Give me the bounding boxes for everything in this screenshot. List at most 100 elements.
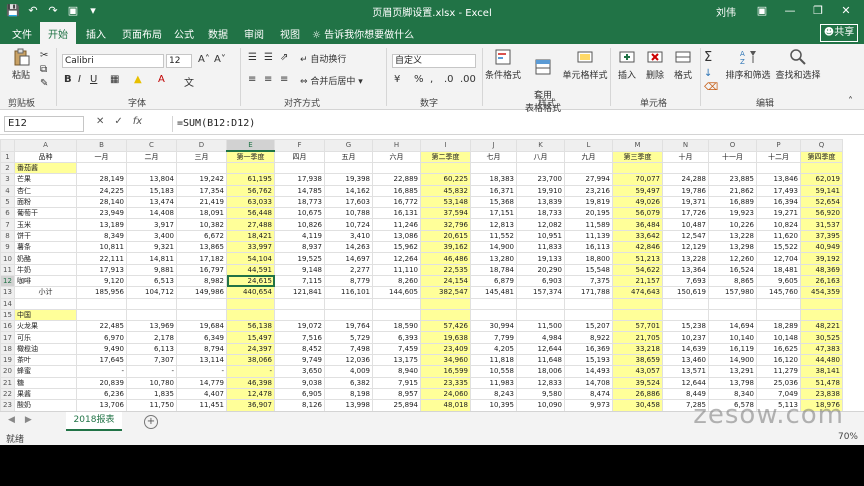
- cell[interactable]: 7,459: [372, 342, 421, 356]
- cell[interactable]: [126, 161, 177, 175]
- wrap-text-button[interactable]: ↵ 自动换行: [300, 52, 346, 65]
- tab-data[interactable]: 数据: [208, 26, 228, 41]
- cell[interactable]: 15,497: [226, 331, 275, 344]
- cell[interactable]: 56,920: [800, 207, 843, 220]
- cell[interactable]: 五月: [324, 150, 373, 163]
- cell[interactable]: 19,242: [176, 173, 227, 186]
- cell[interactable]: 12,644: [662, 376, 709, 389]
- cell[interactable]: 149,986: [176, 286, 227, 299]
- cell[interactable]: 13,280: [470, 252, 517, 265]
- cell[interactable]: 15,183: [126, 184, 177, 197]
- cell[interactable]: 4,119: [274, 229, 325, 243]
- row-header[interactable]: 11: [0, 263, 15, 276]
- row-header[interactable]: 9: [0, 241, 15, 254]
- cell[interactable]: 28,149: [76, 173, 127, 186]
- tab-review[interactable]: 审阅: [244, 26, 264, 41]
- cell[interactable]: 13,291: [708, 365, 757, 378]
- row-header[interactable]: 10: [0, 252, 15, 265]
- cell[interactable]: 7,049: [756, 387, 801, 401]
- cell[interactable]: 43,057: [612, 365, 663, 378]
- cell[interactable]: 8,940: [372, 365, 421, 378]
- underline-icon[interactable]: U: [90, 74, 97, 85]
- cell[interactable]: [564, 308, 613, 322]
- cell[interactable]: 10,487: [662, 218, 709, 231]
- row-header[interactable]: 18: [0, 342, 15, 356]
- cell[interactable]: 9,749: [274, 354, 325, 367]
- cell[interactable]: 10,090: [516, 399, 565, 411]
- cell[interactable]: 22,889: [372, 173, 421, 186]
- cell[interactable]: 8,474: [564, 387, 613, 401]
- cell[interactable]: [756, 297, 801, 310]
- cell[interactable]: 19,072: [274, 320, 325, 333]
- cell[interactable]: 18,006: [516, 365, 565, 378]
- cell[interactable]: 13,474: [126, 195, 177, 209]
- align-left-icon[interactable]: ≡: [248, 74, 256, 85]
- cell[interactable]: 3,650: [274, 365, 325, 378]
- cell[interactable]: 10,826: [274, 218, 325, 231]
- tab-home[interactable]: 开始: [40, 22, 76, 44]
- cell[interactable]: 18,784: [470, 263, 517, 276]
- merge-center-button[interactable]: ⇔ 合并后居中 ▾: [300, 74, 363, 87]
- cell[interactable]: 蜂蜜: [14, 365, 77, 378]
- cell[interactable]: 15,207: [564, 320, 613, 333]
- cell[interactable]: [372, 161, 421, 175]
- cell[interactable]: 17,603: [324, 195, 373, 209]
- column-header-I[interactable]: I: [420, 139, 471, 152]
- cell[interactable]: [662, 308, 709, 322]
- cell[interactable]: 10,811: [76, 241, 127, 254]
- cell[interactable]: 3,410: [324, 229, 373, 243]
- cell[interactable]: 38,141: [800, 365, 843, 378]
- column-header-Q[interactable]: Q: [800, 139, 843, 152]
- function-icon[interactable]: fx: [133, 116, 142, 127]
- row-header[interactable]: 19: [0, 354, 15, 367]
- cut-icon[interactable]: ✂: [40, 50, 48, 61]
- restore-icon[interactable]: ❐: [804, 2, 832, 20]
- cell[interactable]: 21,157: [612, 274, 663, 288]
- cell[interactable]: 121,841: [274, 286, 325, 299]
- cell[interactable]: 9,580: [516, 387, 565, 401]
- cell[interactable]: 13,839: [516, 195, 565, 209]
- row-header[interactable]: 21: [0, 376, 15, 389]
- cell[interactable]: 11,246: [372, 218, 421, 231]
- cell[interactable]: [324, 308, 373, 322]
- cell[interactable]: 60,225: [420, 173, 471, 186]
- cell[interactable]: 4,009: [324, 365, 373, 378]
- cell[interactable]: 茶叶: [14, 354, 77, 367]
- cell[interactable]: 果酱: [14, 387, 77, 401]
- cell[interactable]: 10,226: [708, 218, 757, 231]
- format-painter-icon[interactable]: ✎: [40, 78, 48, 89]
- cell[interactable]: [274, 161, 325, 175]
- cell[interactable]: 火龙果: [14, 320, 77, 333]
- cell[interactable]: 13,189: [76, 218, 127, 231]
- cell[interactable]: 36,484: [612, 218, 663, 231]
- fill-icon[interactable]: ↓: [704, 68, 712, 79]
- cell[interactable]: 14,639: [662, 342, 709, 356]
- cell[interactable]: 23,949: [76, 207, 127, 220]
- cell[interactable]: 18,773: [274, 195, 325, 209]
- cell[interactable]: 10,382: [176, 218, 227, 231]
- cell[interactable]: 10,724: [324, 218, 373, 231]
- close-icon[interactable]: ✕: [832, 2, 860, 20]
- cell[interactable]: 39,524: [612, 376, 663, 389]
- column-header-H[interactable]: H: [372, 139, 421, 152]
- cell[interactable]: 11,451: [176, 399, 227, 411]
- cell[interactable]: 49,026: [612, 195, 663, 209]
- cell[interactable]: 44,591: [226, 263, 275, 276]
- grow-font-icon[interactable]: A˄: [198, 54, 210, 65]
- cell[interactable]: -: [226, 365, 275, 378]
- cell[interactable]: 27,488: [226, 218, 275, 231]
- cell[interactable]: 11,983: [470, 376, 517, 389]
- cell[interactable]: 8,260: [372, 274, 421, 288]
- cell[interactable]: 10,788: [324, 207, 373, 220]
- cell[interactable]: 11,818: [470, 354, 517, 367]
- cell[interactable]: 13,798: [708, 376, 757, 389]
- cell[interactable]: 18,481: [756, 263, 801, 276]
- cell[interactable]: 14,779: [176, 376, 227, 389]
- cell[interactable]: 39,162: [420, 241, 471, 254]
- cell[interactable]: 7,693: [662, 274, 709, 288]
- cell[interactable]: 38,066: [226, 354, 275, 367]
- column-header-G[interactable]: G: [324, 139, 373, 152]
- cell[interactable]: 10,148: [756, 331, 801, 344]
- cell[interactable]: 11,620: [756, 229, 801, 243]
- cell[interactable]: 24,225: [76, 184, 127, 197]
